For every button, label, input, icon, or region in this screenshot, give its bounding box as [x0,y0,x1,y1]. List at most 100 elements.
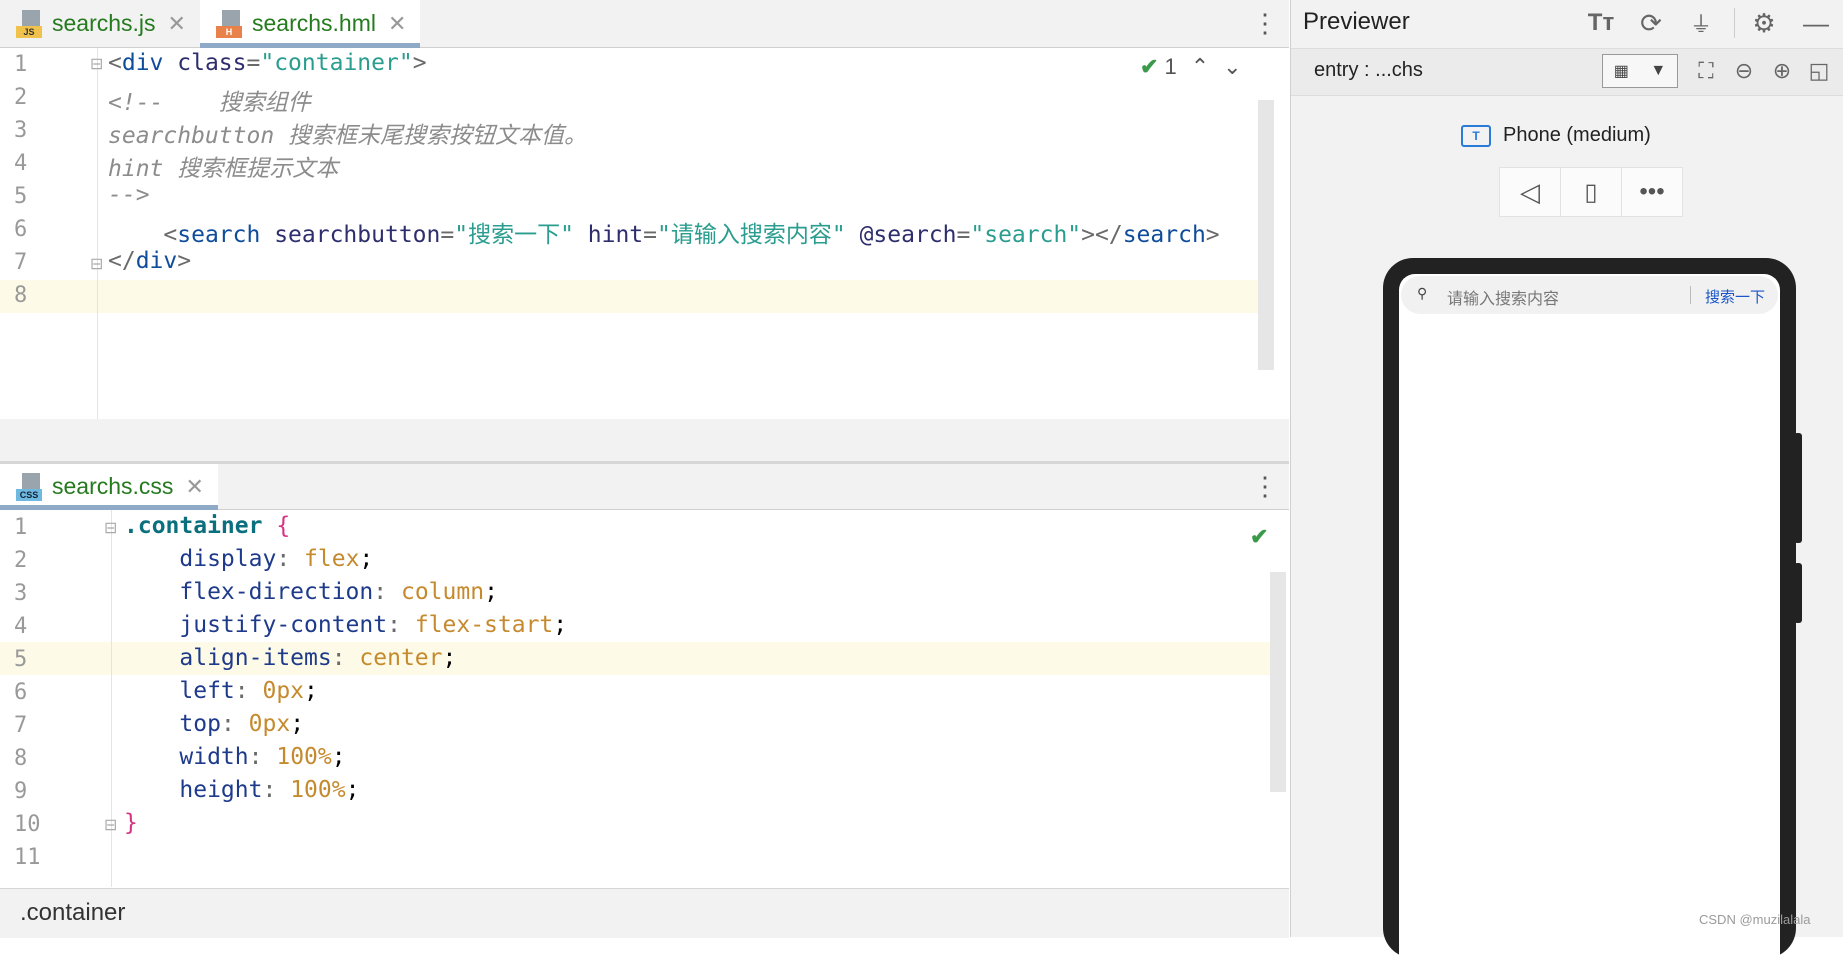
close-icon[interactable]: ✕ [388,11,406,37]
line-number: 5 [14,647,28,672]
refresh-icon[interactable]: ⟳ [1636,8,1666,38]
code-line: flex-direction: column; [179,579,498,605]
fit-screen-icon[interactable]: ◱ [1804,56,1834,86]
phone-frame: ⚲ 请输入搜索内容 搜索一下 [1383,258,1802,958]
line-number: 6 [14,680,28,705]
gear-icon[interactable]: ⚙ [1749,8,1779,38]
css-file-icon: CSS [16,472,44,501]
current-line-highlight [0,280,1270,313]
fold-icon[interactable]: ⊟ [90,254,103,274]
phone-side-button [1794,433,1802,543]
code-line: .container { [124,513,291,539]
line-number: 2 [14,85,28,110]
code-line: </div> [108,248,192,274]
bottom-tab-bar: CSS searchs.css ✕ ⋮ [0,464,1289,510]
tab-searchs-css[interactable]: CSS searchs.css ✕ [0,464,218,510]
hml-file-icon: H [216,9,244,38]
line-number: 3 [14,118,28,143]
search-input[interactable]: 请输入搜索内容 [1447,285,1559,309]
code-line: width: 100%; [179,744,346,770]
line-number: 2 [14,548,28,573]
device-controls: ◁ ▯ ••• [1499,167,1683,217]
check-icon[interactable]: ✔ [1250,524,1268,550]
device-label-row: T Phone (medium) [1461,124,1651,147]
more-options-icon[interactable]: ⋮ [1252,471,1278,501]
line-number: 5 [14,184,28,209]
js-file-icon: JS [16,9,44,38]
code-line: --> [108,182,150,208]
code-line: height: 100%; [179,777,360,803]
zoom-in-icon[interactable]: ⊕ [1767,56,1797,86]
tab-label: searchs.css [52,473,174,499]
chevron-down-icon: ▼ [1650,62,1667,79]
code-line: <search searchbutton="搜索一下" hint="请输入搜索内… [108,222,1220,248]
bottom-editor[interactable]: 1 2 3 4 5 6 7 8 9 10 11 ⊟ ⊟ .container {… [0,510,1289,887]
device-name: Phone (medium) [1503,124,1651,146]
line-number: 1 [14,52,28,77]
previewer-panel: Previewer Tт ⟳ ⏚ ⚙ — entry : ...chs ▦ ▼ … [1290,0,1843,958]
close-icon[interactable]: ✕ [168,11,186,37]
code-line: <div class="container"> [108,50,427,76]
tab-searchs-js[interactable]: JS searchs.js ✕ [0,0,200,47]
more-icon[interactable]: ••• [1622,168,1682,216]
line-number: 4 [14,614,28,639]
back-icon[interactable]: ◁ [1500,168,1561,216]
search-bar[interactable]: ⚲ 请输入搜索内容 搜索一下 [1401,276,1778,314]
line-number: 8 [14,283,28,308]
toolbar-divider [1734,8,1735,38]
phone-screen: ⚲ 请输入搜索内容 搜索一下 [1399,274,1780,958]
tab-label: searchs.js [52,10,156,36]
line-number: 10 [14,812,41,837]
search-divider [1690,286,1691,304]
fold-icon[interactable]: ⊟ [104,518,117,538]
pane-splitter[interactable] [0,419,1289,464]
chevron-up-icon[interactable]: ⌃ [1191,54,1209,80]
code-line: top: 0px; [179,711,305,737]
code-line: searchbutton 搜索框末尾搜索按钮文本值。 [108,123,588,149]
search-button[interactable]: 搜索一下 [1705,286,1765,307]
inspection-widget[interactable]: ✔ 1 ⌃ ⌄ [1140,54,1242,80]
minimize-icon[interactable]: — [1801,8,1831,38]
grid-icon: ▦ [1613,63,1629,80]
top-editor[interactable]: 1 2 3 4 5 6 7 8 ⊟ ⊟ <div class="containe… [0,48,1289,419]
watermark: CSDN @muzilalala [1699,912,1811,927]
line-number: 11 [14,845,41,870]
fold-icon[interactable]: ⊟ [104,815,117,835]
code-line: } [124,810,138,836]
breadcrumb-item[interactable]: .container [20,899,125,927]
phone-device-icon: T [1461,124,1491,147]
crop-icon[interactable]: ⛶ [1691,56,1721,86]
more-options-icon[interactable]: ⋮ [1252,8,1278,38]
tab-label: searchs.hml [252,10,376,36]
top-tab-bar: JS searchs.js ✕ H searchs.hml ✕ ⋮ [0,0,1289,48]
phone-side-button [1794,563,1802,623]
chevron-down-icon[interactable]: ⌄ [1223,54,1241,80]
line-number: 6 [14,217,28,242]
line-number: 9 [14,779,28,804]
code-line: <!-- 搜索组件 [108,90,311,116]
line-number: 4 [14,151,28,176]
scrollbar[interactable] [1270,572,1286,792]
line-number: 8 [14,746,28,771]
inspection-count: 1 [1164,54,1177,79]
tab-searchs-hml[interactable]: H searchs.hml ✕ [200,0,420,48]
plug-icon[interactable]: ⏚ [1686,8,1716,38]
entry-selector[interactable]: entry : ...chs [1314,59,1423,82]
code-line: display: flex; [179,546,374,572]
layout-dropdown[interactable]: ▦ ▼ [1602,54,1678,88]
scrollbar[interactable] [1258,100,1274,370]
line-number: 7 [14,713,28,738]
code-line: left: 0px; [179,678,318,704]
double-check-icon: ✔ [1140,54,1159,79]
fold-icon[interactable]: ⊟ [90,54,103,74]
rotate-icon[interactable]: ▯ [1561,168,1622,216]
zoom-out-icon[interactable]: ⊖ [1729,56,1759,86]
code-line: hint 搜索框提示文本 [108,156,339,182]
font-size-icon[interactable]: Tт [1586,8,1616,38]
code-line: justify-content: flex-start; [179,612,568,638]
search-icon: ⚲ [1417,285,1428,301]
close-icon[interactable]: ✕ [185,474,203,500]
code-line: align-items: center; [179,645,457,671]
breadcrumb[interactable]: .container [0,888,1289,938]
previewer-title: Previewer [1303,8,1410,35]
